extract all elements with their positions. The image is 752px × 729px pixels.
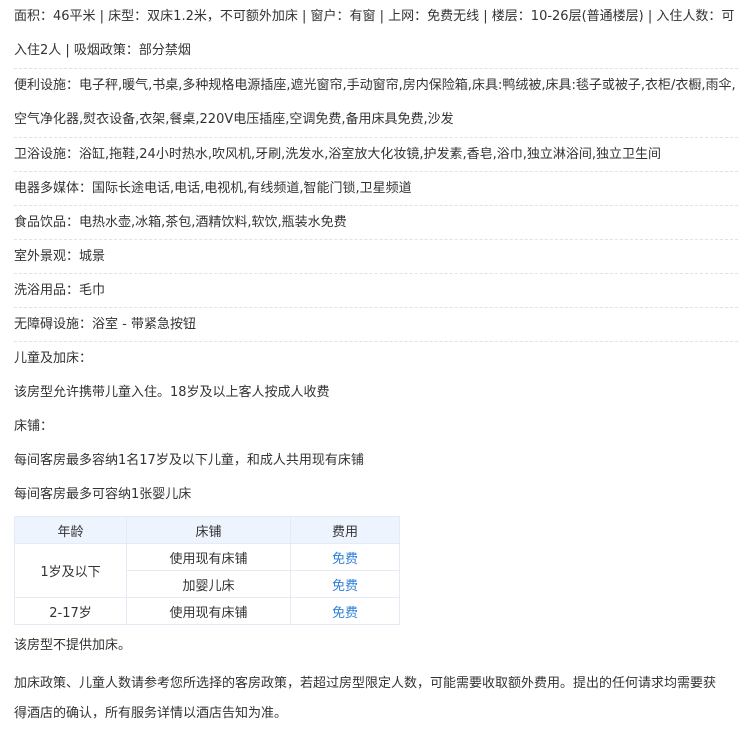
age-cell: 2-17岁 — [14, 597, 127, 625]
bed-cell: 加婴儿床 — [126, 570, 291, 598]
bed-table: 年龄 床铺 费用 1岁及以下 使用现有床铺 免费 加婴儿床 免费 2-17岁 使… — [14, 516, 400, 625]
bed-title: 床铺： — [14, 419, 54, 434]
children-title: 儿童及加床： — [14, 351, 93, 366]
fee-cell: 免费 — [290, 597, 400, 625]
facility-accessibility: 无障碍设施：浴室 - 带紧急按钮 — [14, 308, 738, 342]
age-cell: 1岁及以下 — [14, 543, 127, 598]
facility-label: 卫浴设施： — [14, 147, 80, 162]
facility-label: 食品饮品： — [14, 215, 80, 230]
basic-info: 面积：46平米 | 床型：双床1.2米，不可额外加床 | 窗户：有窗 | 上网：… — [14, 0, 738, 69]
facility-media: 电器多媒体：国际长途电话,电话,电视机,有线频道,智能门锁,卫星频道 — [14, 172, 738, 206]
header-bed: 床铺 — [126, 516, 291, 544]
fee-cell: 免费 — [290, 570, 400, 598]
header-fee: 费用 — [290, 516, 400, 544]
children-note-1: 每间客房最多容纳1名17岁及以下儿童，和成人共用现有床铺 — [14, 453, 364, 468]
facility-label: 电器多媒体： — [14, 181, 93, 196]
facility-label: 便利设施： — [14, 78, 80, 93]
table-row: 1岁及以下 使用现有床铺 免费 — [14, 543, 400, 598]
children-note-2: 每间客房最多可容纳1张婴儿床 — [14, 487, 192, 502]
room-details: 面积：46平米 | 床型：双床1.2米，不可额外加床 | 窗户：有窗 | 上网：… — [0, 0, 738, 729]
facility-view: 室外景观：城景 — [14, 240, 738, 274]
facility-bathroom: 卫浴设施：浴缸,拖鞋,24小时热水,吹风机,牙刷,洗发水,浴室放大化妆镜,护发素… — [14, 138, 738, 172]
extra-bed-note: 该房型不提供加床。 — [14, 638, 132, 653]
facility-food: 食品饮品：电热水壶,冰箱,茶包,酒精饮料,软饮,瓶装水免费 — [14, 206, 738, 240]
facility-value: 毛巾 — [79, 283, 106, 298]
header-age: 年龄 — [14, 516, 127, 544]
children-allowed: 该房型允许携带儿童入住。18岁及以上客人按成人收费 — [14, 385, 330, 400]
bed-cell: 使用现有床铺 — [126, 543, 291, 571]
facility-value: 浴缸,拖鞋,24小时热水,吹风机,牙刷,洗发水,浴室放大化妆镜,护发素,香皂,浴… — [79, 147, 662, 162]
policy-text: 加床政策、儿童人数请参考您所选择的客房政策，若超过房型限定人数，可能需要收取额外… — [14, 676, 717, 721]
facility-value: 城景 — [79, 249, 106, 264]
facility-label: 无障碍设施： — [14, 317, 93, 332]
facility-convenience: 便利设施：电子秤,暖气,书桌,多种规格电源插座,遮光窗帘,手动窗帘,房内保险箱,… — [14, 69, 738, 138]
bed-cell: 使用现有床铺 — [126, 597, 291, 625]
table-header-row: 年龄 床铺 费用 — [14, 516, 400, 544]
fee-cell: 免费 — [290, 543, 400, 571]
facility-value: 浴室 - 带紧急按钮 — [92, 317, 196, 332]
facility-value: 电热水壶,冰箱,茶包,酒精饮料,软饮,瓶装水免费 — [79, 215, 347, 230]
facility-label: 室外景观： — [14, 249, 80, 264]
facility-value: 电子秤,暖气,书桌,多种规格电源插座,遮光窗帘,手动窗帘,房内保险箱,床具:鸭绒… — [14, 78, 736, 127]
table-row: 2-17岁 使用现有床铺 免费 — [14, 597, 400, 625]
facility-label: 洗浴用品： — [14, 283, 80, 298]
facility-toiletries: 洗浴用品：毛巾 — [14, 274, 738, 308]
facility-value: 国际长途电话,电话,电视机,有线频道,智能门锁,卫星频道 — [92, 181, 412, 196]
